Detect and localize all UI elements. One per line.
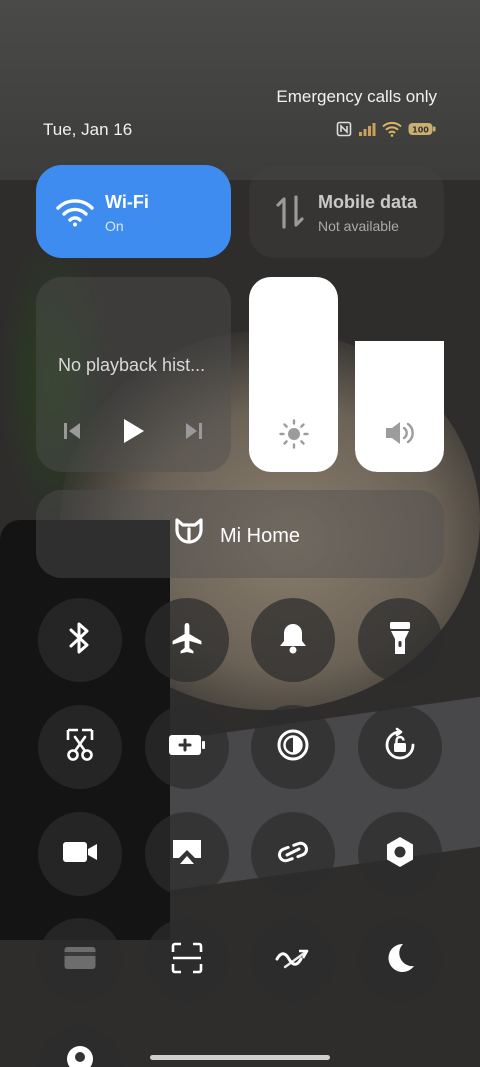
auto-rotate-toggle[interactable] bbox=[358, 705, 442, 789]
mobile-data-icon bbox=[275, 195, 305, 234]
scan-icon bbox=[171, 942, 203, 979]
battery-plus-icon bbox=[168, 733, 206, 762]
settings-shortcut-toggle[interactable] bbox=[358, 812, 442, 896]
speaker-icon bbox=[384, 419, 416, 452]
home-indicator[interactable] bbox=[150, 1055, 330, 1060]
previous-track-icon[interactable] bbox=[62, 420, 82, 447]
bell-icon bbox=[278, 621, 308, 660]
link-icon bbox=[275, 839, 311, 870]
bluetooth-toggle[interactable] bbox=[38, 598, 122, 682]
location-icon bbox=[64, 1043, 96, 1067]
card-icon bbox=[63, 945, 97, 976]
ringer-toggle[interactable] bbox=[251, 598, 335, 682]
volume-slider[interactable] bbox=[355, 277, 444, 472]
scissors-icon bbox=[64, 728, 96, 767]
bluetooth-icon bbox=[66, 621, 94, 660]
mobile-data-tile[interactable]: Mobile data Not available bbox=[249, 165, 444, 258]
hexagon-icon bbox=[384, 835, 416, 874]
card-toggle[interactable] bbox=[38, 918, 122, 1002]
cast-icon bbox=[171, 838, 203, 871]
media-player-tile[interactable]: No playback hist... bbox=[36, 277, 231, 472]
contrast-icon bbox=[276, 728, 310, 767]
wifi-icon bbox=[56, 197, 94, 232]
brightness-slider[interactable] bbox=[249, 277, 338, 472]
data-saver-toggle[interactable] bbox=[251, 918, 335, 1002]
carrier-status-text: Emergency calls only bbox=[276, 87, 437, 106]
battery-icon: 100 bbox=[408, 122, 436, 136]
rotate-lock-icon bbox=[382, 727, 418, 768]
scanner-toggle[interactable] bbox=[145, 918, 229, 1002]
wifi-tile[interactable]: Wi-Fi On bbox=[36, 165, 231, 258]
screenshot-toggle[interactable] bbox=[38, 705, 122, 789]
date-label: Tue, Jan 16 bbox=[43, 120, 133, 139]
wifi-icon bbox=[382, 121, 402, 137]
screen-recorder-toggle[interactable] bbox=[38, 812, 122, 896]
play-icon[interactable] bbox=[120, 417, 146, 450]
flashlight-toggle[interactable] bbox=[358, 598, 442, 682]
sun-icon bbox=[279, 419, 309, 454]
moon-icon bbox=[383, 941, 417, 980]
next-track-icon[interactable] bbox=[184, 420, 204, 447]
mi-home-tile[interactable]: Mi Home bbox=[36, 490, 444, 578]
flashlight-icon bbox=[388, 620, 412, 661]
status-icons: 100 bbox=[336, 121, 436, 137]
cast-toggle[interactable] bbox=[145, 812, 229, 896]
media-title: No playback hist... bbox=[58, 355, 206, 375]
link-toggle[interactable] bbox=[251, 812, 335, 896]
mi-home-icon bbox=[174, 516, 204, 556]
wifi-title: Wi-Fi bbox=[105, 192, 149, 212]
data-saver-icon bbox=[275, 947, 311, 974]
airplane-icon bbox=[170, 621, 204, 660]
mobile-data-title: Mobile data bbox=[318, 192, 418, 212]
airplane-mode-toggle[interactable] bbox=[145, 598, 229, 682]
wifi-state: On bbox=[105, 218, 124, 234]
battery-saver-toggle[interactable] bbox=[145, 705, 229, 789]
signal-icon bbox=[358, 122, 376, 136]
mobile-data-state: Not available bbox=[318, 218, 399, 234]
dark-mode-toggle[interactable] bbox=[251, 705, 335, 789]
mi-home-label: Mi Home bbox=[220, 524, 301, 547]
video-icon bbox=[62, 840, 98, 869]
svg-text:100: 100 bbox=[412, 126, 429, 135]
do-not-disturb-toggle[interactable] bbox=[358, 918, 442, 1002]
volume-level-fill bbox=[355, 341, 444, 472]
nfc-icon bbox=[336, 121, 352, 137]
